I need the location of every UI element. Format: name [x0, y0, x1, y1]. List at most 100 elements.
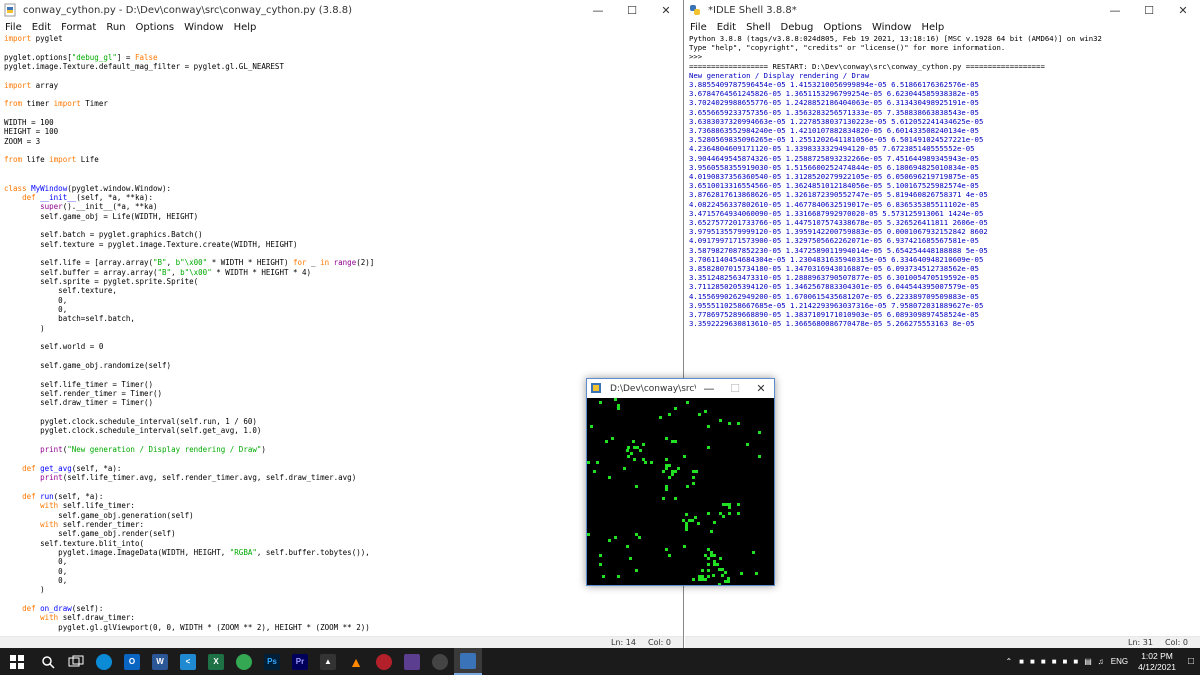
shell-close-button[interactable]: ✕ — [1166, 0, 1200, 20]
menu-window[interactable]: Window — [867, 22, 916, 33]
life-cell — [627, 455, 630, 458]
task-view-icon[interactable] — [62, 648, 90, 675]
menu-file[interactable]: File — [685, 22, 712, 33]
menu-help[interactable]: Help — [229, 22, 262, 33]
language-indicator[interactable]: ENG — [1107, 657, 1132, 666]
photoshop-icon[interactable]: Ps — [258, 648, 286, 675]
life-cell — [605, 440, 608, 443]
menu-options[interactable]: Options — [818, 22, 867, 33]
life-cell — [740, 572, 743, 575]
code-line: 0, — [4, 295, 68, 305]
obs-icon[interactable] — [426, 648, 454, 675]
life-maximize-button[interactable]: ☐ — [722, 379, 748, 399]
code-line: pyglet.image.ImageData(WIDTH, HEIGHT, "R… — [4, 547, 370, 557]
start-button[interactable] — [0, 648, 34, 675]
close-button[interactable]: ✕ — [649, 0, 683, 20]
menu-edit[interactable]: Edit — [27, 22, 56, 33]
shell-statusbar: Ln: 31 Col: 0 — [685, 636, 1200, 648]
shell-titlebar[interactable]: *IDLE Shell 3.8.8* — ☐ ✕ — [685, 0, 1200, 20]
life-cell — [688, 519, 691, 522]
tray-app-icon[interactable]: ■ — [1038, 657, 1049, 666]
chrome-icon[interactable] — [230, 648, 258, 675]
davinci-icon[interactable] — [370, 648, 398, 675]
code-line: def on_draw(self): — [22, 603, 104, 613]
code-line: pyglet.image.Texture.default_mag_filter … — [4, 62, 284, 72]
krita-icon[interactable] — [398, 648, 426, 675]
tray-app-icon[interactable]: ■ — [1016, 657, 1027, 666]
life-cell — [674, 440, 677, 443]
menu-help[interactable]: Help — [916, 22, 949, 33]
shell-output-line: 3.6556659233757356-05 1.3563283256571333… — [689, 107, 979, 117]
volume-icon[interactable]: ♫ — [1095, 657, 1107, 666]
outlook-icon[interactable]: O — [118, 648, 146, 675]
vscode-icon[interactable]: < — [174, 648, 202, 675]
editor-statusbar: Ln: 14 Col: 0 — [0, 636, 683, 648]
life-cell — [692, 470, 695, 473]
pyglet-icon — [590, 382, 604, 396]
search-icon[interactable] — [34, 648, 62, 675]
maximize-button[interactable]: ☐ — [615, 0, 649, 20]
life-minimize-button[interactable]: — — [696, 379, 722, 399]
shell-output-line: 3.7061140454684304e-05 1.230483163594031… — [689, 254, 984, 264]
shell-output-line: 3.4715764934060090-05 1.3316687992970020… — [689, 208, 984, 218]
life-canvas — [587, 398, 774, 585]
code-line: self.sprite = pyglet.sprite.Sprite( — [4, 276, 199, 286]
edge-icon[interactable] — [90, 648, 118, 675]
life-cell — [617, 404, 620, 407]
life-cell — [671, 440, 674, 443]
menu-options[interactable]: Options — [131, 22, 180, 33]
life-cell — [701, 575, 704, 578]
menu-debug[interactable]: Debug — [776, 22, 819, 33]
premiere-icon[interactable]: Pr — [286, 648, 314, 675]
excel-icon[interactable]: X — [202, 648, 230, 675]
tray-chevron-icon[interactable]: ⌃ — [1001, 657, 1016, 666]
life-cell — [704, 410, 707, 413]
code-line: 0, — [4, 304, 68, 314]
minimize-button[interactable]: — — [581, 0, 615, 20]
life-cell — [683, 455, 686, 458]
vlc-icon[interactable]: ▲ — [342, 648, 370, 675]
life-cell — [692, 482, 695, 485]
tray-app-icon[interactable]: ■ — [1049, 657, 1060, 666]
tray-app-icon[interactable]: ■ — [1060, 657, 1071, 666]
life-cell — [737, 512, 740, 515]
code-editor[interactable]: import pyglet pyglet.options["debug_gl"]… — [0, 34, 682, 634]
life-cell — [632, 440, 635, 443]
system-tray: ⌃ ■ ■ ■ ■ ■ ■ ▤ ♫ ENG 1:02 PM 4/12/2021 … — [1001, 648, 1200, 675]
menu-file[interactable]: File — [0, 22, 27, 33]
life-window[interactable]: D:\Dev\conway\src\co... — ☐ ✕ — [586, 378, 775, 586]
menu-run[interactable]: Run — [101, 22, 130, 33]
life-cell — [665, 548, 668, 551]
inkscape-icon[interactable]: ▲ — [314, 648, 342, 675]
life-cell — [718, 583, 721, 585]
editor-titlebar[interactable]: conway_cython.py - D:\Dev\conway\src\con… — [0, 0, 683, 20]
life-cell — [671, 473, 674, 476]
code-line: self.game_obj.randomize(self) — [4, 361, 172, 371]
tray-app-icon[interactable]: ■ — [1027, 657, 1038, 666]
shell-minimize-button[interactable]: — — [1098, 0, 1132, 20]
clock[interactable]: 1:02 PM 4/12/2021 — [1132, 651, 1182, 673]
python-idle-icon[interactable] — [454, 648, 482, 675]
life-close-button[interactable]: ✕ — [748, 379, 774, 399]
code-line: pyglet.options["debug_gl"] = False — [4, 52, 158, 62]
menu-window[interactable]: Window — [179, 22, 228, 33]
menu-shell[interactable]: Shell — [741, 22, 775, 33]
menu-edit[interactable]: Edit — [712, 22, 741, 33]
tray-app-icon[interactable]: ■ — [1070, 657, 1081, 666]
life-cell — [692, 476, 695, 479]
shell-maximize-button[interactable]: ☐ — [1132, 0, 1166, 20]
menu-format[interactable]: Format — [56, 22, 101, 33]
network-icon[interactable]: ▤ — [1081, 657, 1095, 666]
life-cell — [617, 407, 620, 410]
life-cell — [644, 461, 647, 464]
notification-icon[interactable]: □ — [1182, 656, 1200, 667]
life-cell — [602, 575, 605, 578]
life-titlebar[interactable]: D:\Dev\conway\src\co... — ☐ ✕ — [587, 379, 774, 398]
word-icon[interactable]: W — [146, 648, 174, 675]
life-cell — [707, 446, 710, 449]
life-cell — [694, 516, 697, 519]
